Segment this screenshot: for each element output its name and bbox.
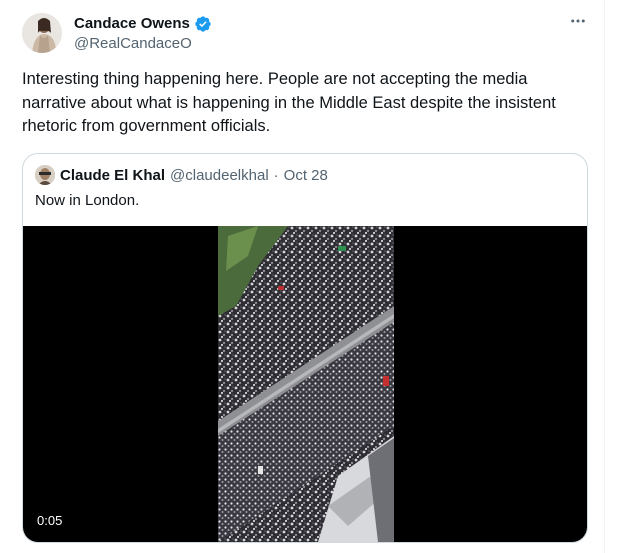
more-horizontal-icon[interactable] (566, 12, 590, 36)
video-player[interactable]: 0:05 (23, 226, 587, 542)
quoted-author-avatar[interactable] (35, 165, 55, 185)
quoted-author-handle[interactable]: @claudeelkhal (170, 167, 269, 184)
video-frame (218, 226, 394, 542)
author-handle[interactable]: @RealCandaceO (74, 34, 212, 54)
timeline-divider (604, 0, 605, 553)
tweet-text: Interesting thing happening here. People… (22, 70, 556, 135)
author-avatar[interactable] (22, 13, 62, 53)
verified-badge-icon (195, 16, 211, 32)
quoted-tweet-date[interactable]: Oct 28 (284, 167, 328, 184)
quoted-tweet-header[interactable]: Claude El Khal @claudeelkhal · Oct 28 (35, 165, 328, 185)
author-name[interactable]: Candace Owens (74, 14, 190, 34)
quoted-tweet-text: Now in London. (35, 192, 140, 209)
tweet[interactable]: Candace Owens @RealCandaceO Interesting … (0, 0, 604, 553)
quoted-tweet[interactable]: Claude El Khal @claudeelkhal · Oct 28 No… (22, 153, 588, 543)
author-info[interactable]: Candace Owens @RealCandaceO (74, 14, 212, 54)
separator-dot: · (273, 166, 279, 184)
quoted-author-name[interactable]: Claude El Khal (60, 167, 165, 184)
video-duration: 0:05 (31, 510, 69, 532)
